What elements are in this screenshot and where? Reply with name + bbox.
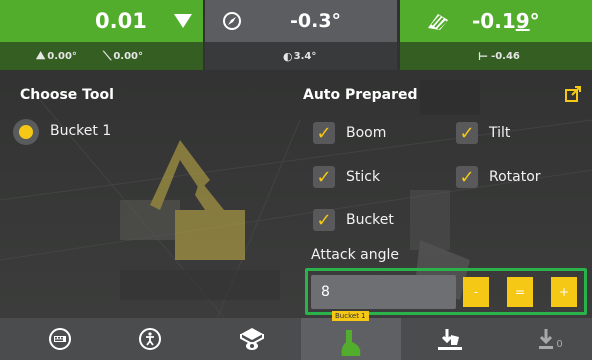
zero-offset-button[interactable]: 0	[520, 318, 580, 360]
check-icon: ✓	[459, 166, 475, 188]
heading-readout[interactable]: -0.3° ◐ 3.4°	[205, 0, 397, 70]
compass-icon	[223, 12, 241, 30]
attack-angle-label: Attack angle	[311, 247, 399, 263]
zero-label: 0	[556, 338, 563, 350]
check-icon: ✓	[316, 122, 332, 144]
view-settings-button[interactable]	[232, 318, 272, 360]
heading-value: -0.3°	[290, 10, 342, 32]
rotator-label: Rotator	[489, 169, 541, 185]
bucket-icon	[341, 330, 361, 356]
status-bar: 0.01 ⛰ 0.00° ⟍ 0.00° -0.3° ◐ 3.4° -0.19°…	[0, 0, 592, 70]
bottom-toolbar	[0, 318, 592, 360]
main-slope-value: 0.00°	[113, 50, 144, 62]
slope-icon: ⛰	[36, 49, 46, 62]
tilt-label: Tilt	[489, 125, 511, 141]
cut-fill-value: 0.01	[95, 9, 147, 33]
tool-radio-bucket-1[interactable]: Bucket 1	[13, 119, 143, 145]
rotate-icon: ◐	[283, 49, 293, 63]
panel-title: Auto Prepared	[303, 87, 418, 103]
accessibility-button[interactable]	[130, 318, 170, 360]
bucket-tilt-icon	[428, 14, 448, 30]
rotation-value: 3.4°	[293, 50, 317, 62]
cube-eye-icon	[240, 328, 264, 350]
bucket-checkbox[interactable]: ✓	[313, 209, 335, 231]
radio-selected-icon	[13, 119, 39, 145]
stick-checkbox[interactable]: ✓	[313, 166, 335, 188]
tilt-readout[interactable]: -0.19° ⊢ -0.46	[400, 0, 592, 70]
tilt-checkbox[interactable]: ✓	[456, 122, 478, 144]
panel-title: Choose Tool	[20, 87, 114, 103]
triangle-down-icon	[173, 14, 192, 28]
main-slope-icon: ⟍	[102, 48, 112, 63]
cross-slope-value: 0.00°	[47, 50, 77, 62]
choose-tool-panel: Choose Tool Bucket 1	[0, 70, 300, 318]
tab-bucket-1[interactable]: Bucket 1	[301, 311, 401, 360]
ground-level-button[interactable]	[420, 318, 480, 360]
offset-value: -0.46	[491, 50, 520, 62]
boom-label: Boom	[346, 125, 387, 141]
dig-to-ground-icon	[438, 329, 462, 350]
highlight-frame	[305, 268, 587, 315]
keyboard-button[interactable]	[40, 318, 80, 360]
rotator-checkbox[interactable]: ✓	[456, 166, 478, 188]
external-link-icon[interactable]	[565, 86, 581, 102]
width-icon: ⊢	[478, 49, 489, 63]
boom-checkbox[interactable]: ✓	[313, 122, 335, 144]
bucket-1-badge: Bucket 1	[332, 311, 369, 321]
tilt-value: -0.19°	[472, 9, 540, 33]
arrow-down-to-zero-icon	[539, 329, 554, 349]
check-icon: ✓	[316, 166, 332, 188]
accessibility-icon	[139, 328, 161, 350]
stick-label: Stick	[346, 169, 381, 185]
keyboard-icon	[49, 328, 71, 350]
check-icon: ✓	[316, 209, 332, 231]
tool-label: Bucket 1	[50, 123, 112, 139]
check-icon: ✓	[459, 122, 475, 144]
cut-fill-readout[interactable]: 0.01 ⛰ 0.00° ⟍ 0.00°	[0, 0, 203, 70]
bucket-label: Bucket	[346, 212, 394, 228]
